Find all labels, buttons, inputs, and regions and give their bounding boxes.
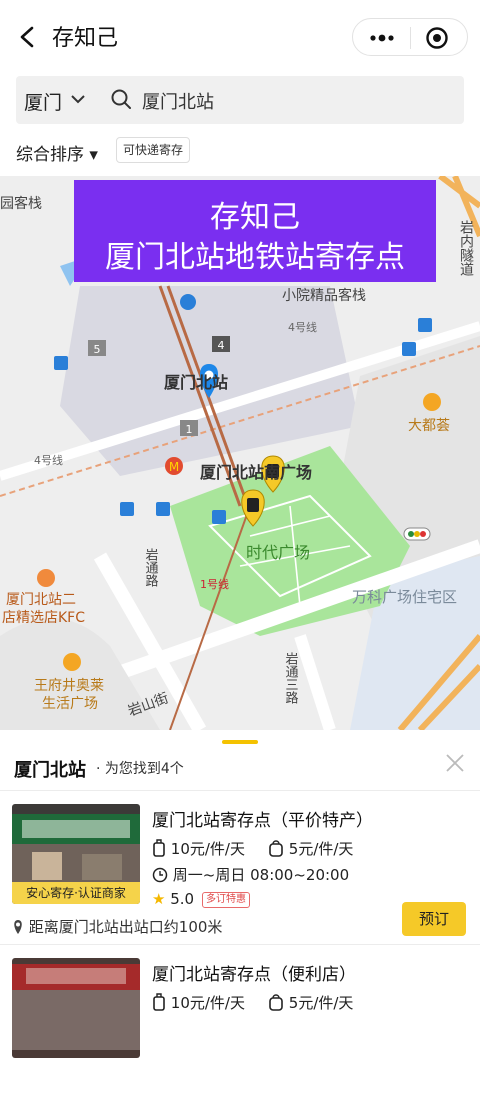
city-selector[interactable]: 厦门	[24, 88, 62, 115]
chevron-down-icon[interactable]	[70, 92, 86, 106]
backpack-icon	[269, 994, 283, 1011]
book-button[interactable]: 预订	[402, 902, 466, 936]
metro-icon	[54, 356, 68, 370]
price-bag-text: 5元/件/天	[288, 994, 354, 1012]
distance: 距离厦门北站出站口约100米	[12, 916, 222, 937]
map-label: 王府井奥莱	[34, 677, 104, 694]
distance-text: 距离厦门北站出站口约100米	[28, 918, 223, 936]
back-arrow-icon[interactable]	[14, 22, 42, 52]
bus-stop-icon	[402, 342, 416, 356]
divider	[0, 944, 480, 945]
star-icon: ★	[152, 890, 166, 908]
map-label: 厦门北站二	[6, 592, 76, 608]
bus-stop-icon	[156, 502, 170, 516]
map-label: 园客栈	[0, 195, 42, 212]
opening-hours: 周一~周日 08:00~20:00	[152, 864, 349, 885]
mall-icon	[63, 653, 81, 671]
filter-bar: 综合排序 ▾ 可快递寄存	[0, 132, 480, 176]
rating-value: 5.0	[170, 890, 195, 908]
map-label: 岩内隧道	[458, 220, 474, 277]
suitcase-icon	[153, 993, 165, 1011]
gate-5-label: 5	[94, 343, 101, 356]
restaurant-icon	[37, 569, 55, 587]
results-sheet: 厦门北站 · 为您找到4个 安心寄存·认证商家 厦门北站寄存点（平价特产） 10…	[0, 730, 480, 1058]
divider	[0, 790, 480, 791]
bus-stop-icon	[120, 502, 134, 516]
store-photo: 安心寄存·认证商家	[12, 804, 140, 904]
list-item[interactable]: 安心寄存·认证商家 厦门北站寄存点（平价特产） 10元/件/天 5元/件/天 周…	[0, 792, 480, 942]
opening-hours-text: 周一~周日 08:00~20:00	[172, 866, 350, 884]
price-luggage-text: 10元/件/天	[170, 840, 245, 858]
sheet-drag-handle[interactable]	[222, 740, 258, 744]
promo-banner: 存知己 厦门北站地铁站寄存点	[74, 180, 436, 282]
map-label: 4号线	[34, 453, 63, 467]
search-input[interactable]: 厦门北站	[142, 88, 214, 114]
metro-icon	[180, 294, 196, 310]
search-icon	[111, 89, 131, 109]
search-bar: 厦门 厦门北站	[16, 76, 464, 124]
bus-stop-icon	[212, 510, 226, 524]
location-icon	[14, 920, 22, 934]
map-label: 大都荟	[408, 417, 450, 434]
mall-icon	[423, 393, 441, 411]
price-luggage: 10元/件/天	[152, 838, 245, 859]
banner-title: 存知己	[210, 200, 300, 235]
top-bar: 存知己	[0, 0, 480, 74]
results-title: 厦门北站	[14, 760, 86, 781]
close-target-icon[interactable]	[425, 26, 449, 50]
results-count: · 为您找到4个	[96, 761, 184, 777]
map-label: 时代广场	[246, 543, 310, 562]
map-label: 4号线	[288, 320, 317, 334]
map-label: 生活广场	[42, 696, 98, 712]
express-filter-tag[interactable]: 可快递寄存	[116, 137, 191, 163]
store-name: 厦门北站寄存点（便利店）	[152, 965, 356, 985]
map-label: 万科广场住宅区	[352, 588, 457, 606]
mcdonalds-glyph: M	[169, 460, 179, 474]
map-label: 岩通路	[143, 548, 159, 587]
map-label: 店精选店KFC	[2, 610, 85, 626]
banner-subtitle: 厦门北站地铁站寄存点	[105, 240, 405, 275]
price-bag: 5元/件/天	[268, 992, 353, 1013]
mini-program-capsule	[352, 18, 468, 56]
backpack-icon	[269, 840, 283, 857]
price-bag: 5元/件/天	[268, 838, 353, 859]
map-label: 小院精品客栈	[282, 287, 366, 304]
store-photo	[12, 958, 140, 1058]
verified-badge: 安心寄存·认证商家	[12, 882, 140, 904]
list-item[interactable]: 厦门北站寄存点（便利店） 10元/件/天 5元/件/天	[0, 946, 480, 1096]
bus-stop-icon	[418, 318, 432, 332]
map-label: 1号线	[200, 577, 229, 591]
suitcase-icon	[153, 839, 165, 857]
gate-4-label: 4	[218, 339, 225, 352]
store-name: 厦门北站寄存点（平价特产）	[152, 811, 373, 831]
price-luggage: 10元/件/天	[152, 992, 245, 1013]
discount-tag: 多订特惠	[202, 892, 250, 908]
map-label: 岩通三路	[283, 652, 299, 704]
capsule-divider	[410, 27, 411, 49]
more-icon[interactable]	[367, 28, 397, 48]
close-icon[interactable]	[444, 752, 466, 774]
clock-icon	[152, 867, 168, 883]
page-title: 存知己	[52, 26, 119, 51]
map-label: 厦门北站	[164, 373, 228, 392]
gate-1-label: 1	[186, 423, 193, 436]
map-label: 厦门北站南广场	[200, 463, 312, 482]
price-bag-text: 5元/件/天	[288, 840, 354, 858]
price-luggage-text: 10元/件/天	[170, 994, 245, 1012]
rating: ★ 5.0	[152, 890, 194, 908]
sort-dropdown[interactable]: 综合排序 ▾	[16, 140, 98, 165]
